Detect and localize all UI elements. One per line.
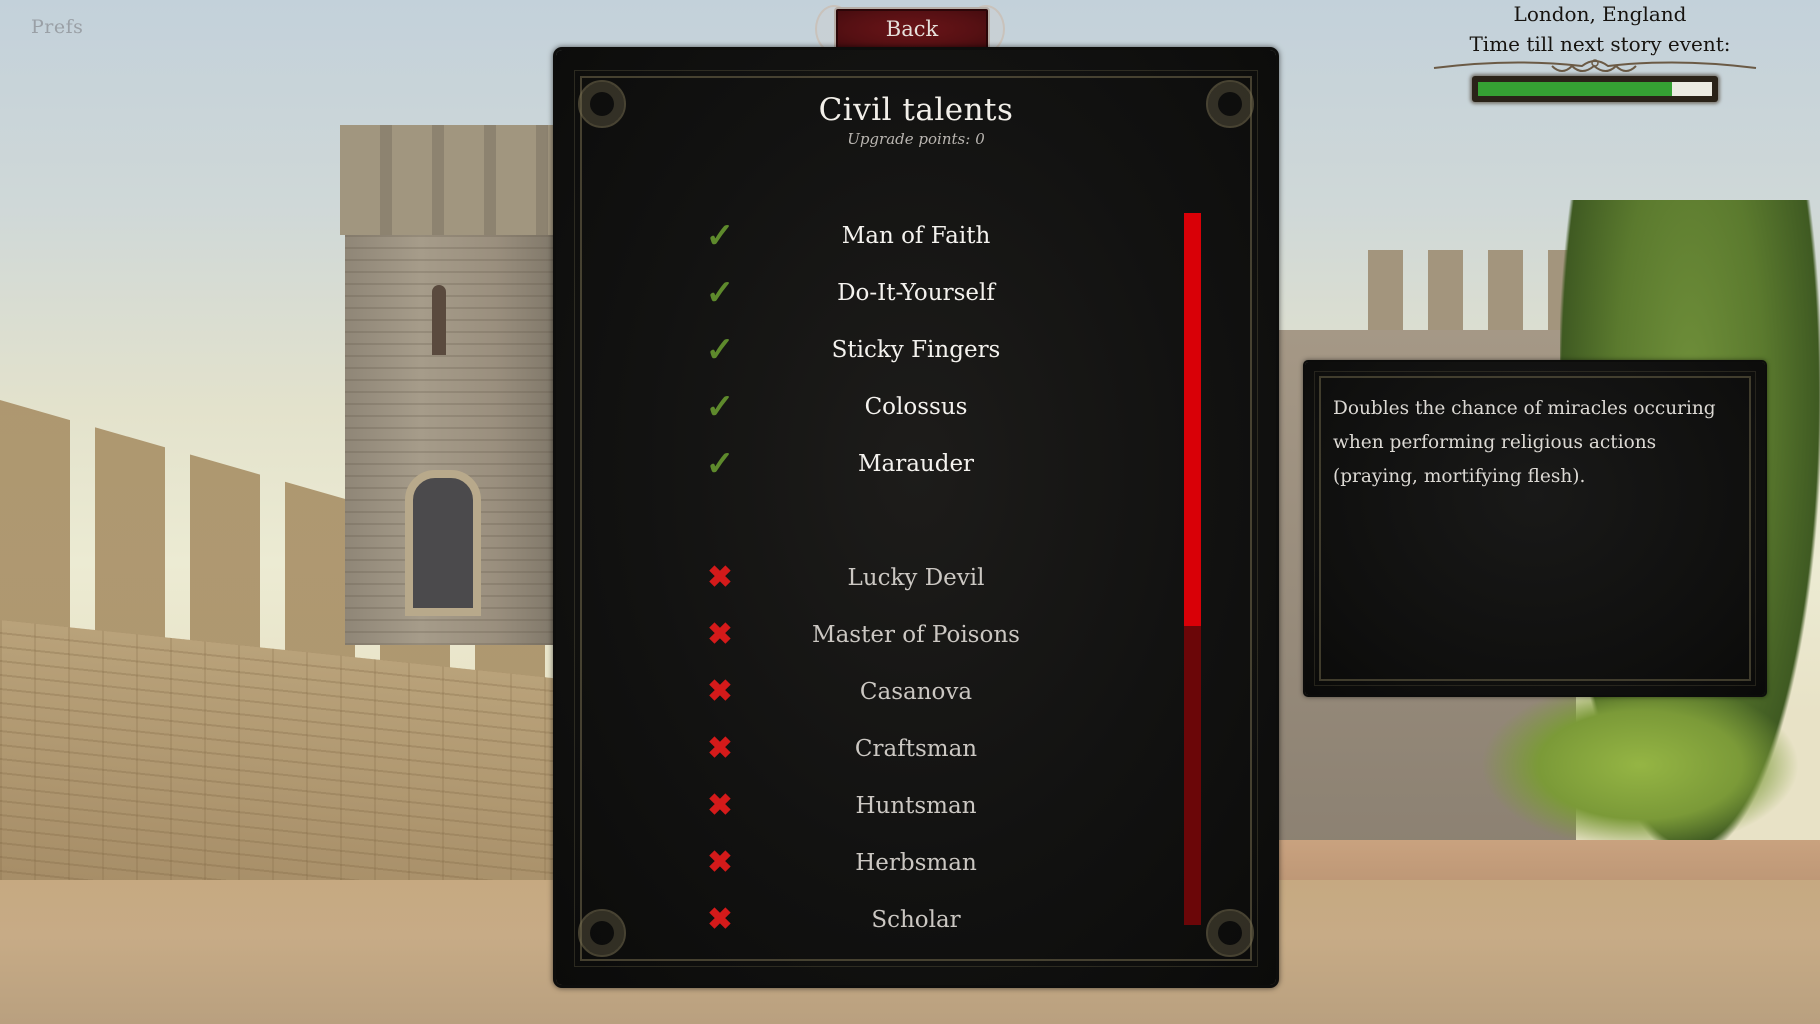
tower-crenellations — [340, 125, 562, 235]
talent-name: Herbsman — [855, 850, 977, 876]
location-name: London, England — [1513, 2, 1687, 26]
check-icon: ✓ — [705, 444, 735, 484]
scroll-ornament-icon — [1433, 59, 1757, 72]
scrollbar-thumb[interactable] — [1184, 213, 1201, 626]
talent-description-text: Doubles the chance of miracles occuring … — [1333, 398, 1716, 487]
prefs-button[interactable]: Prefs — [31, 16, 83, 38]
check-icon: ✓ — [705, 387, 735, 427]
tower-arched-window — [405, 470, 481, 616]
talent-name: Do-It-Yourself — [837, 280, 995, 306]
corner-ornament-icon — [1206, 909, 1254, 957]
talent-row[interactable]: ✓ Do-It-Yourself — [556, 269, 1166, 317]
cross-icon: ✖ — [707, 731, 733, 766]
talent-name: Man of Faith — [841, 223, 991, 249]
cross-icon: ✖ — [707, 617, 733, 652]
talent-name: Scholar — [871, 907, 961, 933]
cross-icon: ✖ — [707, 674, 733, 709]
talents-panel: Civil talents Upgrade points: 0 ✓ Man of F… — [556, 50, 1276, 985]
scrollbar-track[interactable] — [1184, 213, 1201, 925]
talent-name: Huntsman — [855, 793, 977, 819]
talent-name: Marauder — [857, 451, 975, 477]
bush — [1480, 680, 1800, 850]
cross-icon: ✖ — [707, 845, 733, 880]
back-button-container: Back — [815, 1, 1005, 53]
story-timer-track — [1478, 82, 1712, 96]
talent-row[interactable]: ✓ Sticky Fingers — [556, 326, 1166, 374]
talent-row[interactable]: ✓ Colossus — [556, 383, 1166, 431]
cross-icon: ✖ — [707, 902, 733, 935]
cross-icon: ✖ — [707, 560, 733, 595]
tower-slit-window — [432, 285, 446, 355]
talent-description-panel: Doubles the chance of miracles occuring … — [1305, 362, 1765, 695]
talent-row[interactable]: ✓ Marauder — [556, 440, 1166, 488]
story-timer-fill — [1478, 82, 1673, 96]
talent-row[interactable]: ✓ Man of Faith — [556, 212, 1166, 260]
talent-name: Casanova — [859, 679, 973, 705]
talent-name: Lucky Devil — [847, 565, 985, 591]
cross-icon: ✖ — [707, 788, 733, 823]
check-icon: ✓ — [705, 216, 735, 256]
talent-row[interactable]: ✖ Casanova — [556, 668, 1166, 716]
talent-row[interactable]: ✖ Huntsman — [556, 782, 1166, 830]
talent-name: Craftsman — [854, 736, 978, 762]
talent-name: Sticky Fingers — [831, 337, 1001, 363]
talent-row[interactable]: ✖ Herbsman — [556, 839, 1166, 887]
talent-list: ✓ Man of Faith ✓ Do-It-Yourself ✓ Sticky Fing… — [556, 50, 1166, 935]
check-icon: ✓ — [705, 330, 735, 370]
talent-row[interactable]: ✖ Master of Poisons — [556, 611, 1166, 659]
talent-row[interactable]: ✖ Craftsman — [556, 725, 1166, 773]
talent-row[interactable]: ✖ Lucky Devil — [556, 554, 1166, 602]
back-button[interactable]: Back — [834, 7, 990, 51]
talent-name: Colossus — [864, 394, 968, 420]
talent-name: Master of Poisons — [812, 622, 1020, 648]
story-timer-bar — [1472, 76, 1718, 102]
check-icon: ✓ — [705, 273, 735, 313]
talent-row[interactable]: ✖ Scholar — [556, 896, 1166, 935]
